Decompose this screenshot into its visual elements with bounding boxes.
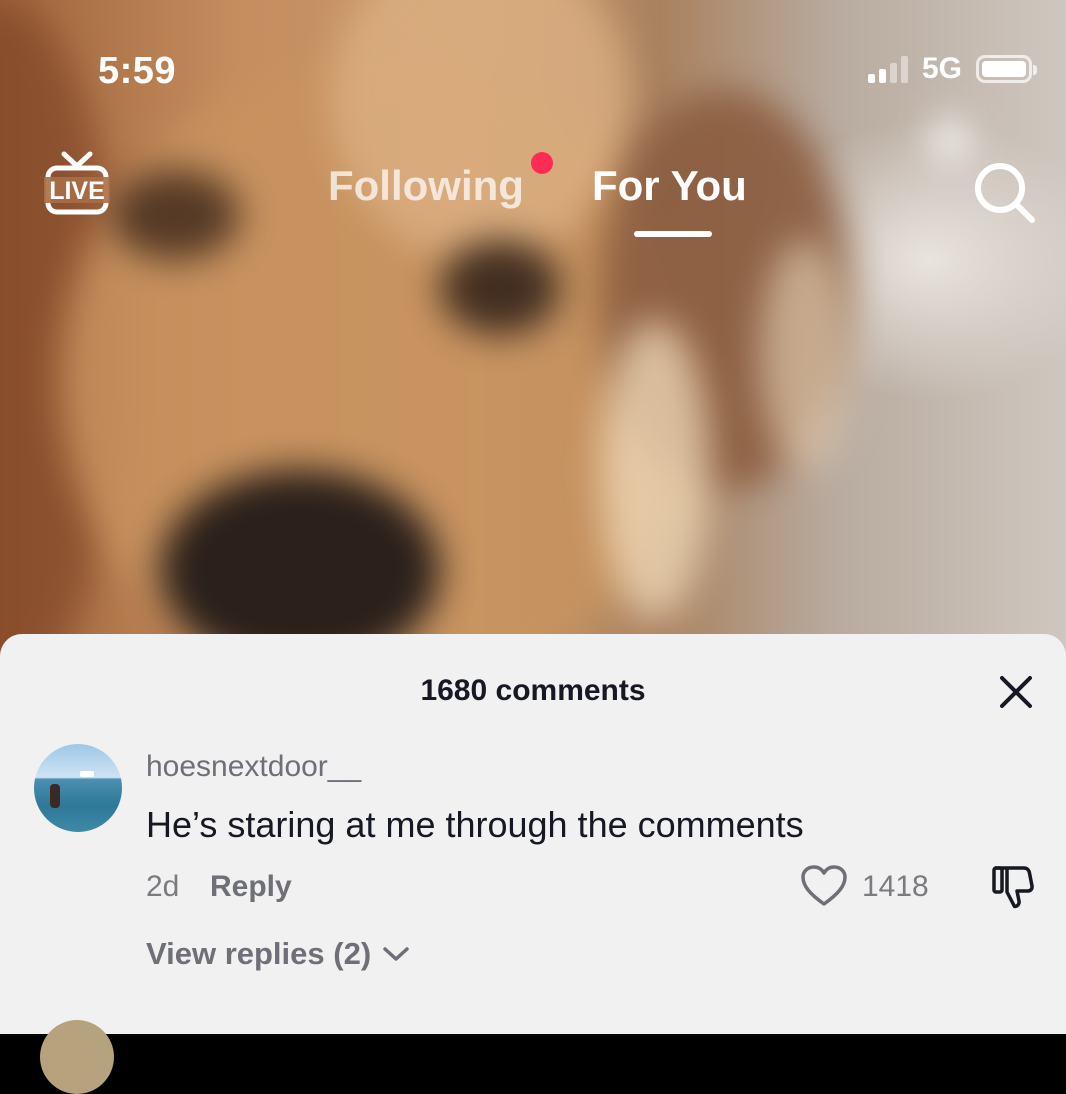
close-comments-button[interactable] [998,674,1034,710]
next-comment-avatar[interactable] [40,1020,114,1094]
avatar[interactable] [34,744,122,832]
comment-username[interactable]: hoesnextdoor__ [146,750,361,784]
comment-age: 2d [146,870,180,903]
view-replies-button[interactable]: View replies (2) [146,936,411,972]
tab-following[interactable]: Following [328,162,524,210]
video-background[interactable] [0,0,1066,660]
like-count: 1418 [862,870,929,903]
live-button[interactable]: LIVE [44,150,110,222]
avatar-image-detail [50,784,60,808]
avatar-image-detail [80,771,94,777]
comment-text: He’s staring at me through the comments [146,804,804,845]
comments-count-title: 1680 comments [420,674,646,707]
active-tab-indicator [634,231,712,237]
video-shape [110,170,240,260]
status-time: 5:59 [98,50,177,92]
search-button[interactable] [972,160,1038,226]
close-icon [1000,676,1032,708]
video-shape [760,240,850,470]
tab-for-you[interactable]: For You [592,162,747,210]
thumbs-down-icon [992,866,1034,909]
video-shape [600,320,710,620]
like-button[interactable] [800,864,848,908]
heart-icon [801,865,847,906]
search-icon [975,163,1035,223]
comments-panel: 1680 comments hoesnextdoor__ He’s starin… [0,634,1066,1094]
dislike-button[interactable] [990,862,1036,910]
network-label: 5G [921,52,962,85]
view-replies-label: View replies (2) [146,936,372,971]
video-shape [160,470,440,660]
live-tv-icon: LIVE [44,151,110,215]
notification-dot [531,152,553,174]
video-shape [440,240,560,335]
video-shape [930,120,970,160]
reply-button[interactable]: Reply [210,870,292,904]
signal-icon [867,55,908,83]
svg-text:LIVE: LIVE [49,177,105,205]
chevron-down-icon [383,947,409,961]
battery-icon [976,55,1037,83]
status-indicators: 5G [867,52,1037,86]
